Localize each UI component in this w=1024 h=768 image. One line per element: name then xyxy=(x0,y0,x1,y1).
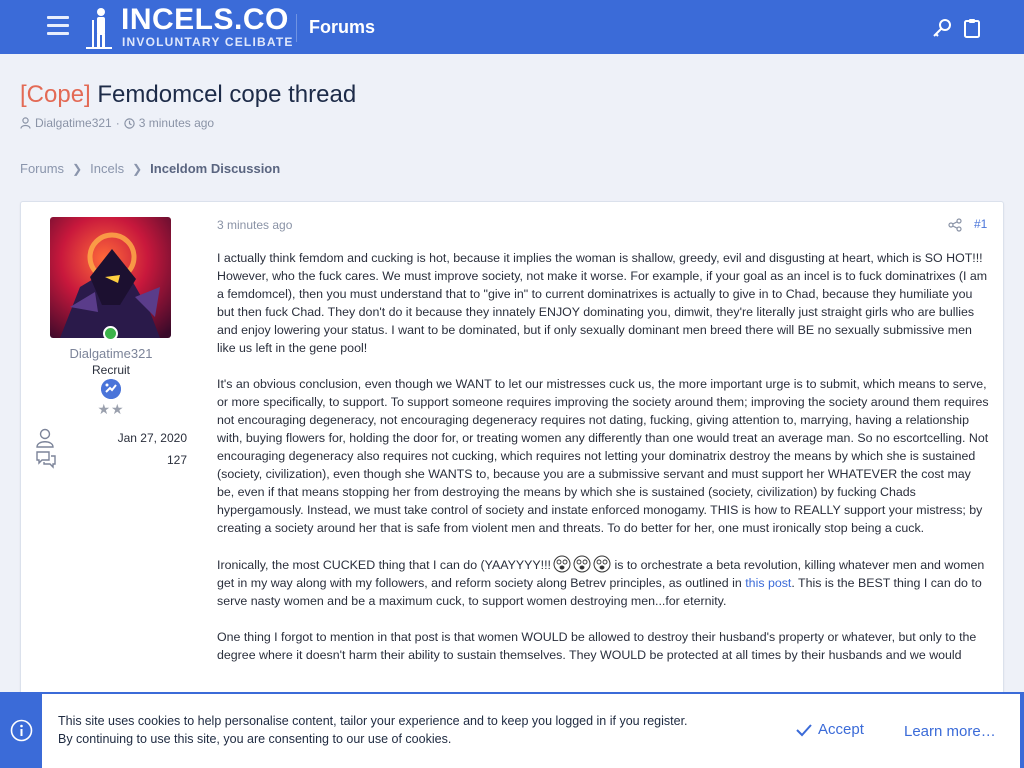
breadcrumb-inceldom-discussion[interactable]: Inceldom Discussion xyxy=(150,161,280,176)
user-outline-icon xyxy=(36,428,54,448)
breadcrumb: Forums ❯ Incels ❯ Inceldom Discussion xyxy=(20,161,280,176)
logo-figure-icon[interactable] xyxy=(84,6,114,50)
cookie-learn-more-link[interactable]: Learn more… xyxy=(904,723,996,740)
clipboard-icon[interactable] xyxy=(961,17,983,39)
user-icon xyxy=(20,117,31,129)
thread-meta: Dialgatime321 · 3 minutes ago xyxy=(20,116,214,130)
cookie-message: This site uses cookies to help personali… xyxy=(58,712,688,748)
share-icon[interactable] xyxy=(948,218,962,232)
soy-face-emoji xyxy=(573,555,591,573)
cookie-notice-accent xyxy=(0,694,42,768)
user-avatar[interactable] xyxy=(50,217,171,338)
user-stars: ★★ xyxy=(97,401,125,417)
post-text: However, who the fuck cares. We must imp… xyxy=(217,269,988,355)
messages-icon xyxy=(36,451,56,469)
user-message-count: 127 xyxy=(166,453,187,467)
user-joined-date: Jan 27, 2020 xyxy=(117,431,187,445)
thread-author-link[interactable]: Dialgatime321 xyxy=(35,116,112,130)
soy-face-emoji xyxy=(593,555,611,573)
cookie-accept-label: Accept xyxy=(818,721,864,738)
cookie-notice-right-edge xyxy=(1020,694,1024,768)
top-navbar: INCELS.CO INVOLUNTARY CELIBATE Forums xyxy=(0,0,1024,54)
clock-icon xyxy=(124,117,135,129)
key-icon[interactable] xyxy=(931,17,953,39)
chevron-right-icon: ❯ xyxy=(72,161,83,176)
online-indicator xyxy=(103,326,118,341)
cookie-line-1: This site uses cookies to help personali… xyxy=(58,714,688,728)
rank-badge-icon xyxy=(101,379,121,399)
this-post-link[interactable]: this post xyxy=(745,576,791,590)
post-date[interactable]: 3 minutes ago xyxy=(217,218,292,232)
thread-time-link[interactable]: 3 minutes ago xyxy=(139,116,214,130)
post-message: Dialgatime321 Recruit ★★ Jan 27, 2020 12… xyxy=(20,201,1004,761)
thread-prefix[interactable]: [Cope] xyxy=(20,81,91,108)
post-paragraph: It's an obvious conclusion, even though … xyxy=(217,377,989,535)
post-paragraph: I actually think femdom and cucking is h… xyxy=(217,249,991,357)
breadcrumb-forums[interactable]: Forums xyxy=(20,161,64,176)
menu-icon[interactable] xyxy=(47,16,69,36)
logo-subtitle: INVOLUNTARY CELIBATE xyxy=(122,35,294,49)
thread-title: [Cope] Femdomcel cope thread xyxy=(20,81,356,109)
post-number[interactable]: #1 xyxy=(974,217,987,231)
post-paragraph: Ironically, the most CUCKED thing that I… xyxy=(217,555,991,610)
logo-text[interactable]: INCELS.CO xyxy=(121,3,289,37)
header-divider xyxy=(296,14,297,42)
meta-separator: · xyxy=(115,116,120,130)
user-rank: Recruit xyxy=(91,363,130,377)
post-text: I actually think femdom and cucking is h… xyxy=(217,251,983,265)
thread-title-text: Femdomcel cope thread xyxy=(97,81,357,108)
nav-forums-link[interactable]: Forums xyxy=(309,17,375,38)
cookie-accept-button[interactable]: Accept xyxy=(796,721,864,738)
soy-face-emoji xyxy=(553,555,571,573)
post-body: I actually think femdom and cucking is h… xyxy=(217,249,991,682)
checkmark-icon xyxy=(796,723,812,736)
cookie-notice: This site uses cookies to help personali… xyxy=(0,692,1024,768)
post-text: Ironically, the most CUCKED thing that I… xyxy=(217,558,551,572)
post-paragraph: One thing I forgot to mention in that po… xyxy=(217,630,977,662)
breadcrumb-incels[interactable]: Incels xyxy=(90,161,124,176)
post-username[interactable]: Dialgatime321 xyxy=(21,346,201,361)
chevron-right-icon: ❯ xyxy=(132,161,143,176)
cookie-line-2: By continuing to use this site, you are … xyxy=(58,732,452,746)
info-icon xyxy=(10,719,33,742)
